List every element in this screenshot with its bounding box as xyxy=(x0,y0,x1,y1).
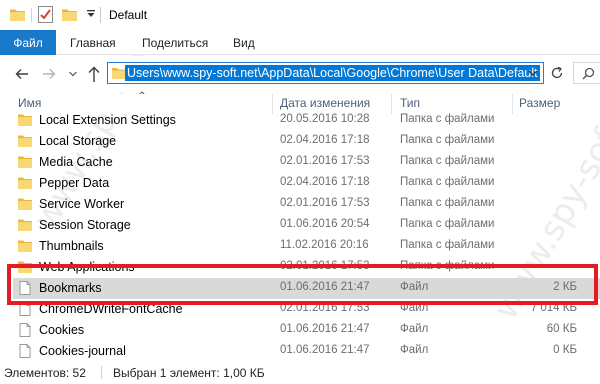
tab-home[interactable]: Главная xyxy=(70,30,116,55)
file-row[interactable]: Local Extension Settings 20.05.2016 10:28… xyxy=(13,111,600,131)
file-type: Папка с файлами xyxy=(400,197,495,209)
file-row[interactable]: Session Storage 01.06.2016 20:54 Папка с ф… xyxy=(13,215,600,236)
refresh-icon[interactable] xyxy=(550,66,564,80)
file-name: Local Extension Settings xyxy=(39,113,176,127)
file-date: 11.02.2016 20:16 xyxy=(280,239,369,251)
folder-icon xyxy=(18,114,32,126)
file-type: Папка с файлами xyxy=(400,134,495,146)
folder-icon[interactable] xyxy=(10,8,25,21)
customize-toolbar-icon[interactable] xyxy=(86,9,96,19)
file-name: Pepper Data xyxy=(39,176,110,190)
file-name: Thumbnails xyxy=(39,239,104,253)
window-title: Default xyxy=(109,8,148,22)
file-row[interactable]: Service Worker 02.01.2016 17:53 Папка с фа… xyxy=(13,194,600,215)
file-name: Cookies-journal xyxy=(39,344,126,358)
forward-arrow-icon[interactable] xyxy=(41,66,57,82)
file-name: Local Storage xyxy=(39,134,117,148)
folder-icon xyxy=(18,135,32,147)
file-type: Папка с файлами xyxy=(400,155,495,167)
highlight-annotation xyxy=(7,264,598,305)
file-icon xyxy=(19,323,31,337)
file-date: 01.06.2016 20:54 xyxy=(280,218,370,230)
file-name: Service Worker xyxy=(39,197,125,211)
file-name: Media Cache xyxy=(39,155,113,169)
back-arrow-icon[interactable] xyxy=(14,66,30,82)
address-bar[interactable]: Users\www.spy-soft.net\AppData\Local\Goo… xyxy=(107,62,544,84)
file-date: 02.01.2016 17:53 xyxy=(280,155,370,167)
folder-icon xyxy=(18,177,32,189)
title-separator xyxy=(100,7,101,23)
file-date: 02.01.2016 17:53 xyxy=(280,197,370,209)
file-row[interactable]: Pepper Data 02.04.2016 17:18 Папка с файла… xyxy=(13,173,600,194)
file-type: Папка с файлами xyxy=(400,218,495,230)
file-date: 02.04.2016 17:18 xyxy=(280,134,370,146)
file-type: Папка с файлами xyxy=(400,176,495,188)
search-icon xyxy=(582,67,595,80)
item-count: Элементов: 52 xyxy=(4,366,86,380)
file-row[interactable]: Cookies 01.06.2016 21:47 Файл 60 КБ xyxy=(13,320,600,341)
file-date: 01.06.2016 21:47 xyxy=(280,323,370,335)
file-icon xyxy=(19,344,31,358)
file-date: 20.05.2016 10:28 xyxy=(280,113,370,125)
file-list: Local Extension Settings 20.05.2016 10:28… xyxy=(0,111,600,361)
file-row[interactable]: Thumbnails 11.02.2016 20:16 Папка с файлам… xyxy=(13,236,600,257)
status-bar: Элементов: 52 Выбран 1 элемент: 1,00 КБ xyxy=(0,361,600,384)
file-type: Файл xyxy=(400,344,429,356)
status-separator xyxy=(101,366,102,379)
folder-icon xyxy=(18,240,32,252)
file-name: Session Storage xyxy=(39,218,131,232)
tab-share[interactable]: Поделиться xyxy=(142,30,208,55)
file-size: 60 КБ xyxy=(546,323,577,335)
selection-info: Выбран 1 элемент: 1,00 КБ xyxy=(113,366,265,380)
title-bar: Default xyxy=(0,0,600,30)
properties-icon[interactable] xyxy=(38,6,53,23)
search-box[interactable] xyxy=(573,62,600,84)
file-date: 02.04.2016 17:18 xyxy=(280,176,370,188)
file-row[interactable]: Cookies-journal 01.06.2016 21:47 Файл 0 КБ xyxy=(13,341,600,361)
folder-icon xyxy=(112,68,126,79)
file-row[interactable]: Local Storage 02.04.2016 17:18 Папка с фай… xyxy=(13,131,600,152)
column-header-type[interactable]: Тип xyxy=(400,96,420,110)
file-type: Папка с файлами xyxy=(400,113,495,125)
file-name: Cookies xyxy=(39,323,85,337)
folder-icon xyxy=(18,219,32,231)
file-row[interactable]: Media Cache 02.01.2016 17:53 Папка с файла… xyxy=(13,152,600,173)
navigation-bar: Users\www.spy-soft.net\AppData\Local\Goo… xyxy=(0,56,600,92)
column-header-name[interactable]: Имя xyxy=(18,96,41,110)
ribbon-tabs: Файл Главная Поделиться Вид xyxy=(0,30,600,55)
file-type: Папка с файлами xyxy=(400,239,495,251)
folder-icon xyxy=(18,156,32,168)
file-size: 0 КБ xyxy=(553,344,577,356)
file-date: 01.06.2016 21:47 xyxy=(280,344,370,356)
new-folder-icon[interactable] xyxy=(62,8,77,21)
column-header-date[interactable]: Дата изменения xyxy=(280,96,370,110)
quick-access-separator xyxy=(31,8,32,22)
tab-file[interactable]: Файл xyxy=(0,30,56,55)
address-path[interactable]: Users\www.spy-soft.net\AppData\Local\Goo… xyxy=(125,65,540,81)
address-history-chevron-icon[interactable] xyxy=(525,65,541,81)
column-header-size[interactable]: Размер xyxy=(519,96,560,110)
tab-view[interactable]: Вид xyxy=(233,30,255,55)
up-arrow-icon[interactable] xyxy=(86,65,102,83)
folder-icon xyxy=(18,198,32,210)
file-type: Файл xyxy=(400,323,429,335)
recent-locations-chevron-icon[interactable] xyxy=(68,69,78,79)
